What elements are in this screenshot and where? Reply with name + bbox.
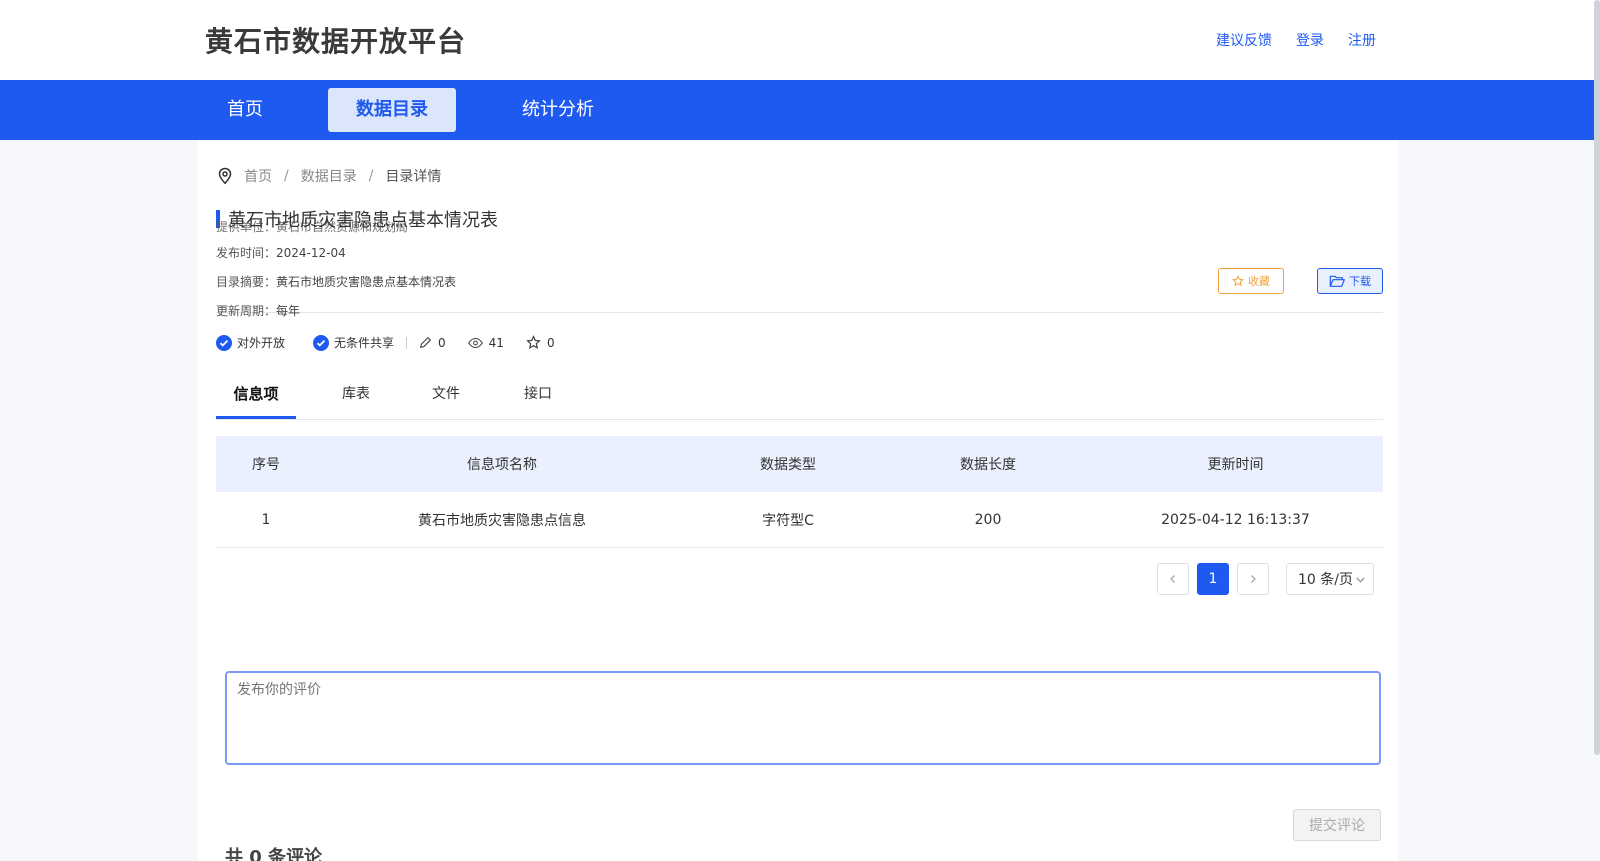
page-size-value: 10 条/页 (1298, 572, 1353, 588)
breadcrumb-current: 目录详情 (385, 169, 442, 185)
nav-item-home[interactable]: 首页 (205, 88, 285, 132)
section-divider (216, 312, 1383, 313)
star-stat: 0 (526, 335, 555, 350)
cycle-row: 更新周期：每年 (216, 302, 300, 319)
comment-input[interactable] (225, 671, 1381, 765)
eye-icon (467, 337, 483, 348)
pagination: 1 10 条/页 (198, 563, 1398, 595)
prev-page-button[interactable] (1157, 563, 1189, 595)
download-label: 下载 (1349, 275, 1371, 288)
summary-label: 目录摘要： (216, 275, 277, 289)
publish-label: 发布时间： (216, 246, 277, 260)
main-content: 首页 / 数据目录 / 目录详情 提供单位：黄石市自然资源和规划局 黄石市地质灾… (198, 140, 1398, 861)
header-index: 序号 (252, 457, 280, 473)
star-outline-icon (526, 335, 541, 350)
detail-tabs: 信息项 库表 文件 接口 (216, 376, 1383, 420)
collect-button[interactable]: 收藏 (1218, 268, 1284, 294)
open-badge-label: 对外开放 (237, 336, 286, 350)
collect-label: 收藏 (1248, 275, 1270, 288)
cycle-label: 更新周期： (216, 304, 277, 318)
table-header: 序号 信息项名称 数据类型 数据长度 更新时间 (216, 436, 1383, 492)
breadcrumb: 首页 / 数据目录 / 目录详情 (216, 166, 441, 186)
submit-comment-button[interactable]: 提交评论 (1293, 809, 1381, 841)
edit-stat: 0 (419, 336, 446, 350)
register-link[interactable]: 注册 (1348, 30, 1376, 50)
publish-value: 2024-12-04 (276, 246, 346, 260)
login-link[interactable]: 登录 (1296, 30, 1324, 50)
summary-row: 目录摘要：黄石市地质灾害隐患点基本情况表 (216, 273, 456, 290)
edit-count: 0 (438, 335, 446, 350)
table-row: 1 黄石市地质灾害隐患点信息 字符型C 200 2025-04-12 16:13… (216, 492, 1383, 548)
download-button[interactable]: 下载 (1317, 268, 1383, 294)
chevron-left-icon (1170, 575, 1175, 583)
breadcrumb-separator: / (284, 168, 289, 184)
header-item-name: 信息项名称 (467, 457, 537, 473)
view-count: 41 (488, 335, 504, 350)
breadcrumb-home[interactable]: 首页 (244, 166, 272, 186)
cell-updated-at: 2025-04-12 16:13:37 (1161, 511, 1310, 528)
page-size-select[interactable]: 10 条/页 (1286, 563, 1374, 595)
breadcrumb-catalog[interactable]: 数据目录 (301, 166, 357, 186)
tab-files[interactable]: 文件 (416, 376, 476, 419)
badge-row: 对外开放 无条件共享 0 41 0 (216, 334, 577, 351)
share-badge: 无条件共享 (313, 334, 394, 351)
page-1-button[interactable]: 1 (1197, 563, 1229, 595)
share-badge-label: 无条件共享 (334, 336, 395, 350)
check-circle-icon (313, 334, 330, 351)
chevron-right-icon (1251, 575, 1256, 583)
open-badge: 对外开放 (216, 334, 285, 351)
breadcrumb-separator: / (368, 168, 374, 184)
header-updated-at: 更新时间 (1207, 457, 1264, 473)
cycle-value: 每年 (276, 304, 301, 318)
tab-info-items[interactable]: 信息项 (216, 376, 296, 419)
chevron-down-icon (1356, 576, 1365, 583)
location-pin-icon (218, 167, 232, 185)
page-title: 黄石市地质灾害隐患点基本情况表 (228, 210, 498, 231)
feedback-link[interactable]: 建议反馈 (1216, 30, 1272, 50)
folder-open-icon (1329, 275, 1345, 287)
check-circle-icon (216, 334, 232, 351)
site-title: 黄石市数据开放平台 (205, 25, 467, 58)
next-page-button[interactable] (1237, 563, 1269, 595)
main-nav: 首页 数据目录 统计分析 (0, 80, 1596, 140)
comment-count: 共 0 条评论 (225, 847, 323, 861)
tab-api[interactable]: 接口 (508, 376, 568, 419)
header-data-length: 数据长度 (960, 457, 1016, 473)
cell-data-length: 200 (974, 511, 1002, 528)
header-data-type: 数据类型 (760, 457, 816, 473)
star-outline-icon (1232, 275, 1244, 287)
nav-item-catalog[interactable]: 数据目录 (328, 88, 456, 132)
site-header: 黄石市数据开放平台 建议反馈 登录 注册 (0, 0, 1596, 80)
cell-index: 1 (261, 511, 271, 528)
star-count: 0 (546, 335, 555, 350)
header-links: 建议反馈 登录 注册 (1216, 30, 1376, 50)
badge-separator (406, 336, 408, 349)
view-stat: 41 (467, 335, 504, 350)
cell-data-type: 字符型C (762, 512, 814, 529)
publish-row: 发布时间：2024-12-04 (216, 244, 346, 261)
summary-value: 黄石市地质灾害隐患点基本情况表 (276, 275, 457, 289)
info-items-table: 序号 信息项名称 数据类型 数据长度 更新时间 1 黄石市地质灾害隐患点信息 字… (216, 436, 1383, 548)
page-scrollbar[interactable] (1594, 0, 1600, 755)
nav-item-statistics[interactable]: 统计分析 (506, 88, 610, 132)
pencil-icon (420, 337, 431, 348)
cell-item-name: 黄石市地质灾害隐患点信息 (418, 512, 586, 529)
tab-db-tables[interactable]: 库表 (326, 376, 386, 419)
